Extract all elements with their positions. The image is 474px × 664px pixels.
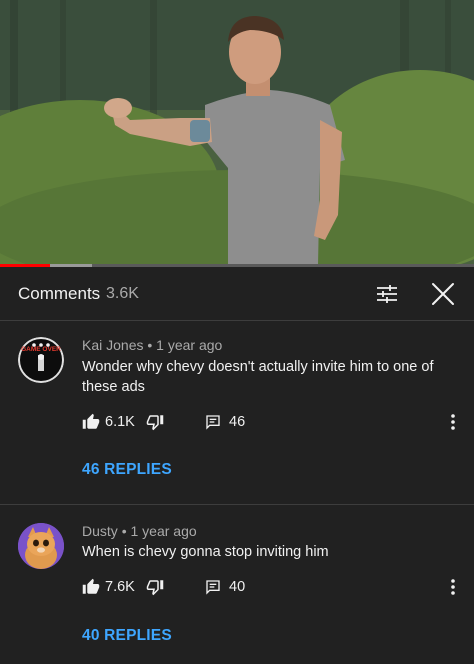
reply-count: 40 xyxy=(229,579,246,595)
avatar[interactable]: GAME OVER xyxy=(18,337,64,383)
like-button[interactable]: 6.1K xyxy=(82,410,135,434)
comment-time[interactable]: 1 year ago xyxy=(130,523,196,539)
video-frame xyxy=(0,0,474,265)
comment-menu-button[interactable] xyxy=(444,575,462,599)
thumb-up-icon xyxy=(82,578,100,594)
comment-meta: Kai Jones • 1 year ago xyxy=(82,337,222,353)
comment-text: Wonder why chevy doesn't actually invite… xyxy=(82,359,434,395)
avatar-caption: GAME OVER xyxy=(21,346,61,353)
reply-button[interactable]: 46 xyxy=(205,410,245,434)
like-button[interactable]: 7.6K xyxy=(82,575,135,599)
video-player[interactable] xyxy=(0,0,474,265)
dislike-button[interactable] xyxy=(146,410,164,434)
tune-icon xyxy=(377,285,397,303)
view-replies-link[interactable]: 46 REPLIES xyxy=(82,461,172,479)
more-vert-icon xyxy=(451,579,455,595)
comment-icon xyxy=(206,415,220,430)
thumb-down-icon xyxy=(146,415,164,431)
reply-button[interactable]: 40 xyxy=(205,575,245,599)
meta-separator: • xyxy=(121,523,127,539)
comment-text: When is chevy gonna stop inviting him xyxy=(82,544,329,560)
comment-icon xyxy=(206,580,220,595)
comments-title: Comments xyxy=(18,284,101,303)
comment-meta: Dusty • 1 year ago xyxy=(82,523,197,539)
comment-item: Dusty • 1 year ago When is chevy gonna s… xyxy=(0,505,474,664)
game-over-avatar-image: GAME OVER xyxy=(18,337,64,383)
more-vert-icon xyxy=(451,414,455,430)
like-count: 7.6K xyxy=(105,579,135,595)
meta-separator: • xyxy=(147,337,153,353)
thumb-up-icon xyxy=(82,413,100,429)
comment-menu-button[interactable] xyxy=(444,410,462,434)
dislike-button[interactable] xyxy=(146,575,164,599)
comments-count: 3.6K xyxy=(106,285,139,302)
comments-header: Comments 3.6K xyxy=(0,267,474,320)
comment-author[interactable]: Dusty xyxy=(82,523,118,539)
reply-count: 46 xyxy=(229,414,246,430)
close-icon xyxy=(432,283,454,305)
view-replies-link[interactable]: 40 REPLIES xyxy=(82,627,172,645)
comment-item: GAME OVER Kai Jones • 1 year ago Wonder … xyxy=(0,321,474,504)
filter-button[interactable] xyxy=(372,279,402,309)
like-count: 6.1K xyxy=(105,414,135,430)
avatar[interactable] xyxy=(18,523,64,569)
comment-author[interactable]: Kai Jones xyxy=(82,337,143,353)
close-button[interactable] xyxy=(428,279,458,309)
thumb-down-icon xyxy=(146,580,164,596)
cat-avatar-image xyxy=(18,523,64,569)
comment-time[interactable]: 1 year ago xyxy=(156,337,222,353)
